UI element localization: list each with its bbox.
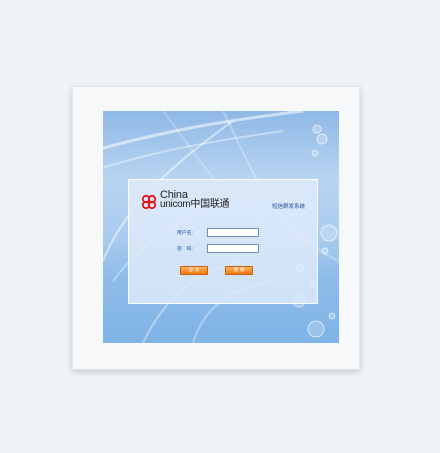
login-panel: China unicom中国联通 短信群发系统 用户名: 密 码:: [128, 179, 318, 304]
password-input[interactable]: [207, 244, 259, 253]
password-label: 密 码:: [177, 247, 194, 252]
system-title: 短信群发系统: [271, 204, 305, 210]
brand-text-line2: unicom中国联通: [160, 199, 230, 210]
china-unicom-knot-icon: [141, 194, 157, 210]
reset-button[interactable]: 重 填: [225, 266, 253, 275]
login-screen: China unicom中国联通 短信群发系统 用户名: 密 码: 登 录 重 …: [103, 111, 339, 343]
username-input[interactable]: [207, 228, 259, 237]
china-unicom-logo: China unicom中国联通: [139, 190, 249, 214]
login-button[interactable]: 登 录: [180, 266, 208, 275]
username-label: 用户名:: [177, 231, 194, 236]
